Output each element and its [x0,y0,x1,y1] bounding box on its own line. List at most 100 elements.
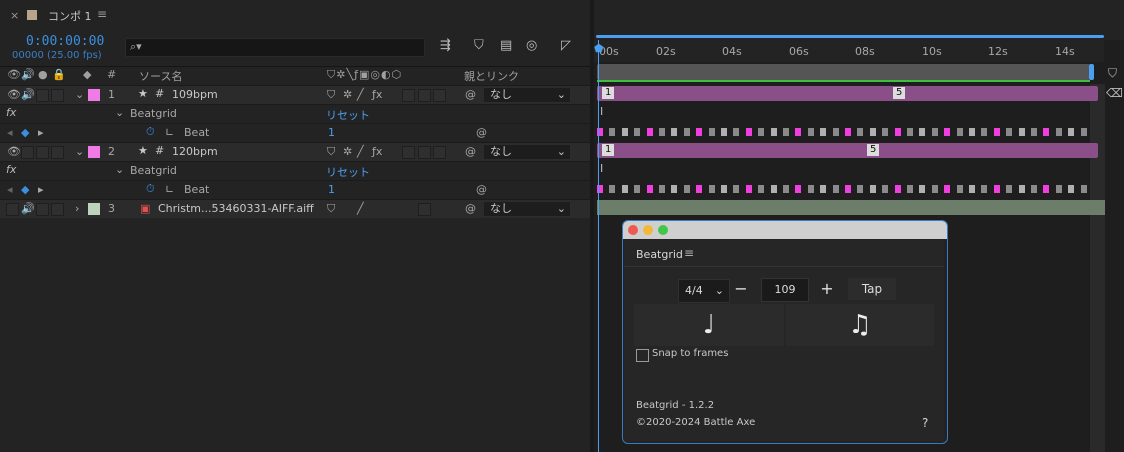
layer-bar-1[interactable]: 1 5 [597,86,1098,101]
lock-toggle[interactable] [51,146,64,159]
property-value[interactable]: 1 [328,183,335,196]
current-time-display[interactable]: 0:00:00:00 [26,34,104,49]
effect-name[interactable]: Beatgrid [130,164,177,177]
prev-keyframe-icon[interactable]: ◂ [7,183,13,196]
switch-box[interactable] [418,89,431,102]
chevron-right-icon[interactable]: › [75,202,79,215]
time-ruler[interactable]: 00s 02s 04s 06s 08s 10s 12s 14s [594,40,1104,62]
layer-row-1[interactable]: 👁 🔊 ⌄ 1 ★ # 109bpm ⛉ ✲ ╱ ƒx @ なし ⌄ [0,85,590,104]
shy-switch-icon[interactable]: ⛉ [327,88,335,102]
shy-layers-icon[interactable]: ⛉ [474,38,484,53]
label-color-swatch[interactable] [88,89,100,101]
layer-row-2[interactable]: 👁 ⌄ 2 ★ # 120bpm ⛉ ✲ ╱ ƒx @ なし ⌄ [0,142,590,161]
column-source-name[interactable]: ソース名 [139,68,182,84]
shy-switch-icon[interactable]: ⛉ [327,202,335,216]
marker-label[interactable]: 5 [867,144,880,156]
switch-box[interactable] [402,146,415,159]
graph-icon[interactable]: ∟ [165,126,174,139]
quality-switch-icon[interactable]: ╱ [357,202,364,215]
decrement-button[interactable]: − [730,278,752,300]
lock-toggle[interactable] [51,203,64,216]
comp-tab-title[interactable]: コンポ 1 [48,8,92,24]
layer-row-3[interactable]: 🔊 › 3 ▣ Christm...53460331-AIFF.aiff ⛉ ╱… [0,199,590,218]
column-parent-link[interactable]: 親とリンク [464,68,519,84]
tab-menu-icon[interactable]: ≡ [97,7,107,21]
switch-box[interactable] [402,89,415,102]
parent-dropdown[interactable]: なし ⌄ [483,144,571,160]
bpm-input[interactable]: 109 [761,278,809,302]
layer-name[interactable]: Christm...53460331-AIFF.aiff [158,202,314,215]
chevron-down-icon[interactable]: ⌄ [115,163,124,176]
work-area-bar[interactable] [597,64,1090,80]
lock-toggle[interactable] [51,89,64,102]
marker-label[interactable]: 1 [602,87,615,99]
chevron-down-icon[interactable]: ⌄ [75,88,84,101]
zoom-window-icon[interactable] [658,225,668,235]
layer-bar-2[interactable]: 1 5 [597,143,1098,158]
quality-switch-icon[interactable]: ╱ [357,88,364,101]
playhead[interactable] [598,40,599,452]
zoom-slider[interactable] [596,35,1104,38]
next-keyframe-icon[interactable]: ▸ [38,126,44,139]
time-signature-select[interactable]: 4/4 ⌄ [678,279,730,303]
playhead-handle-icon[interactable]: ⬟ [594,42,604,55]
video-toggle[interactable] [6,203,19,216]
shy-switch-icon[interactable]: ⛉ [327,145,335,159]
eighth-notes-button[interactable]: ♫ [786,304,934,346]
chevron-down-icon[interactable]: ⌄ [75,145,84,158]
keyframe-icon[interactable]: ◆ [21,183,29,196]
panel-menu-icon[interactable]: ≡ [684,246,694,260]
collapse-switch-icon[interactable]: ✲ [343,88,352,101]
motion-blur-icon[interactable]: ◎ [526,38,537,53]
effect-name[interactable]: Beatgrid [130,107,177,120]
solo-toggle[interactable] [36,146,49,159]
layer-name[interactable]: 109bpm [172,88,218,101]
parent-dropdown[interactable]: なし ⌄ [483,87,571,103]
navigator-bar[interactable] [594,30,1124,40]
snap-to-frames-checkbox[interactable] [636,349,649,362]
fx-switch-icon[interactable]: ƒx [372,145,382,158]
minimize-window-icon[interactable] [643,225,653,235]
next-keyframe-icon[interactable]: ▸ [38,183,44,196]
close-window-icon[interactable] [628,225,638,235]
snap-to-frames-label[interactable]: Snap to frames [652,348,728,359]
increment-button[interactable]: + [816,278,838,300]
speaker-icon[interactable]: 🔊 [21,88,35,101]
quarter-note-button[interactable]: ♩ [634,304,784,346]
solo-toggle[interactable] [36,89,49,102]
tap-button[interactable]: Tap [848,278,896,300]
reset-link[interactable]: リセット [326,107,370,123]
layer-name[interactable]: 120bpm [172,145,218,158]
label-color-swatch[interactable] [88,203,100,215]
keyframe-icon[interactable]: ◆ [21,126,29,139]
comp-marker-icon[interactable]: ⛉ [1108,66,1117,81]
quality-switch-icon[interactable]: ╱ [357,145,364,158]
eye-icon[interactable]: 👁 [7,88,21,101]
switch-box[interactable] [433,89,446,102]
timeline-extra-icon[interactable]: ⌫ [1106,86,1123,100]
layer-bar-3[interactable] [597,200,1105,215]
audio-toggle[interactable] [21,146,34,159]
marker-label[interactable]: 1 [602,144,615,156]
graph-editor-icon[interactable]: ◸ [561,38,571,53]
switch-box[interactable] [433,146,446,159]
solo-toggle[interactable] [36,203,49,216]
search-input[interactable]: ⌕▾ [125,38,425,57]
parent-dropdown[interactable]: なし ⌄ [483,201,571,217]
close-tab-icon[interactable]: × [10,9,19,22]
graph-icon[interactable]: ∟ [165,183,174,196]
stopwatch-icon[interactable]: ⏱ [146,125,155,139]
collapse-switch-icon[interactable]: ✲ [343,145,352,158]
switch-box[interactable] [418,203,431,216]
property-value[interactable]: 1 [328,126,335,139]
comp-flowchart-icon[interactable]: ⇶ [440,38,451,53]
work-area-end-handle[interactable] [1089,64,1094,80]
pickwhip-icon[interactable]: @ [465,202,476,215]
reset-link[interactable]: リセット [326,164,370,180]
frame-blending-icon[interactable]: ▤ [500,38,512,53]
pickwhip-icon[interactable]: @ [476,183,487,196]
marker-label[interactable]: 5 [893,87,906,99]
speaker-icon[interactable]: 🔊 [21,202,35,215]
fx-switch-icon[interactable]: ƒx [372,88,382,101]
chevron-down-icon[interactable]: ⌄ [115,106,124,119]
